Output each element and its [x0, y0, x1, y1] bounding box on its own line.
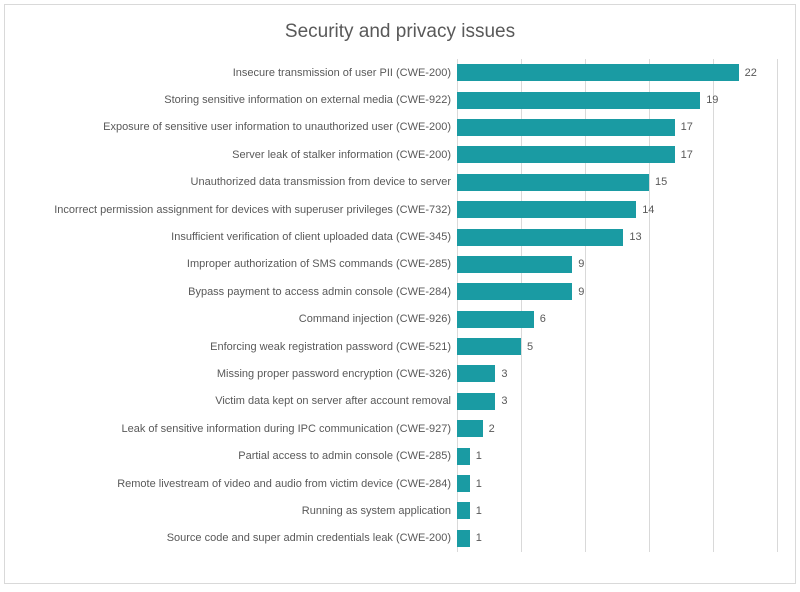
- category-label: Command injection (CWE-926): [299, 313, 451, 325]
- bar: [457, 201, 636, 218]
- bar: [457, 475, 470, 492]
- bar: [457, 174, 649, 191]
- chart-body: Insecure transmission of user PII (CWE-2…: [23, 59, 777, 552]
- value-label: 1: [476, 532, 482, 544]
- category-label: Enforcing weak registration password (CW…: [210, 341, 451, 353]
- category-label: Victim data kept on server after account…: [215, 395, 451, 407]
- bar-row: 3: [457, 388, 777, 415]
- bar-row: 13: [457, 223, 777, 250]
- category-label: Incorrect permission assignment for devi…: [54, 204, 451, 216]
- value-label: 3: [501, 395, 507, 407]
- bar: [457, 92, 700, 109]
- category-row: Victim data kept on server after account…: [23, 388, 457, 415]
- bar: [457, 256, 572, 273]
- category-label: Bypass payment to access admin console (…: [188, 286, 451, 298]
- category-label: Source code and super admin credentials …: [167, 532, 451, 544]
- value-label: 9: [578, 258, 584, 270]
- bar-row: 1: [457, 525, 777, 552]
- bar: [457, 311, 534, 328]
- bar-row: 1: [457, 470, 777, 497]
- category-row: Enforcing weak registration password (CW…: [23, 333, 457, 360]
- bar: [457, 530, 470, 547]
- value-label: 17: [681, 121, 693, 133]
- bar: [457, 420, 483, 437]
- bar-row: 19: [457, 86, 777, 113]
- bar-row: 17: [457, 141, 777, 168]
- bar-row: 9: [457, 251, 777, 278]
- bar: [457, 229, 623, 246]
- category-row: Leak of sensitive information during IPC…: [23, 415, 457, 442]
- category-row: Insecure transmission of user PII (CWE-2…: [23, 59, 457, 86]
- category-row: Improper authorization of SMS commands (…: [23, 251, 457, 278]
- bar-row: 9: [457, 278, 777, 305]
- value-label: 22: [745, 67, 757, 79]
- bar-row: 17: [457, 114, 777, 141]
- category-row: Source code and super admin credentials …: [23, 525, 457, 552]
- category-row: Running as system application: [23, 497, 457, 524]
- value-label: 6: [540, 313, 546, 325]
- bar: [457, 448, 470, 465]
- value-label: 5: [527, 341, 533, 353]
- bar-row: 5: [457, 333, 777, 360]
- value-label: 19: [706, 94, 718, 106]
- category-label: Leak of sensitive information during IPC…: [121, 423, 451, 435]
- value-label: 14: [642, 204, 654, 216]
- category-label: Partial access to admin console (CWE-285…: [238, 450, 451, 462]
- category-label: Running as system application: [302, 505, 451, 517]
- bar: [457, 64, 739, 81]
- bar-row: 22: [457, 59, 777, 86]
- value-label: 1: [476, 450, 482, 462]
- value-label: 13: [629, 231, 641, 243]
- bar-row: 1: [457, 497, 777, 524]
- category-row: Unauthorized data transmission from devi…: [23, 169, 457, 196]
- bar-row: 6: [457, 306, 777, 333]
- value-label: 1: [476, 505, 482, 517]
- bar: [457, 119, 675, 136]
- value-label: 2: [489, 423, 495, 435]
- bar: [457, 283, 572, 300]
- bar: [457, 146, 675, 163]
- category-label: Storing sensitive information on externa…: [164, 94, 451, 106]
- category-labels: Insecure transmission of user PII (CWE-2…: [23, 59, 457, 552]
- bar-row: 2: [457, 415, 777, 442]
- bar-row: 1: [457, 442, 777, 469]
- bar: [457, 502, 470, 519]
- category-label: Unauthorized data transmission from devi…: [191, 176, 451, 188]
- category-row: Server leak of stalker information (CWE-…: [23, 141, 457, 168]
- category-label: Remote livestream of video and audio fro…: [117, 478, 451, 490]
- category-label: Missing proper password encryption (CWE-…: [217, 368, 451, 380]
- category-row: Insufficient verification of client uplo…: [23, 223, 457, 250]
- category-label: Improper authorization of SMS commands (…: [187, 258, 451, 270]
- bars: 22 19 17 17 15 14 13 9 9 6 5 3 3 2 1 1 1 1: [457, 59, 777, 552]
- chart-title: Security and privacy issues: [23, 21, 777, 43]
- category-label: Insecure transmission of user PII (CWE-2…: [233, 67, 451, 79]
- bar-row: 3: [457, 360, 777, 387]
- category-row: Incorrect permission assignment for devi…: [23, 196, 457, 223]
- category-row: Exposure of sensitive user information t…: [23, 114, 457, 141]
- value-label: 15: [655, 176, 667, 188]
- category-label: Insufficient verification of client uplo…: [171, 231, 451, 243]
- chart-frame: Security and privacy issues Insecure tra…: [4, 4, 796, 584]
- category-row: Remote livestream of video and audio fro…: [23, 470, 457, 497]
- category-label: Exposure of sensitive user information t…: [103, 121, 451, 133]
- value-label: 17: [681, 149, 693, 161]
- value-label: 1: [476, 478, 482, 490]
- bar: [457, 365, 495, 382]
- bar: [457, 338, 521, 355]
- gridline: [777, 59, 778, 552]
- value-label: 3: [501, 368, 507, 380]
- category-row: Storing sensitive information on externa…: [23, 86, 457, 113]
- category-row: Partial access to admin console (CWE-285…: [23, 442, 457, 469]
- bar-row: 15: [457, 169, 777, 196]
- bar: [457, 393, 495, 410]
- category-label: Server leak of stalker information (CWE-…: [232, 149, 451, 161]
- category-row: Command injection (CWE-926): [23, 306, 457, 333]
- category-row: Missing proper password encryption (CWE-…: [23, 360, 457, 387]
- bar-row: 14: [457, 196, 777, 223]
- value-label: 9: [578, 286, 584, 298]
- category-row: Bypass payment to access admin console (…: [23, 278, 457, 305]
- plot-area: 22 19 17 17 15 14 13 9 9 6 5 3 3 2 1 1 1 1: [457, 59, 777, 552]
